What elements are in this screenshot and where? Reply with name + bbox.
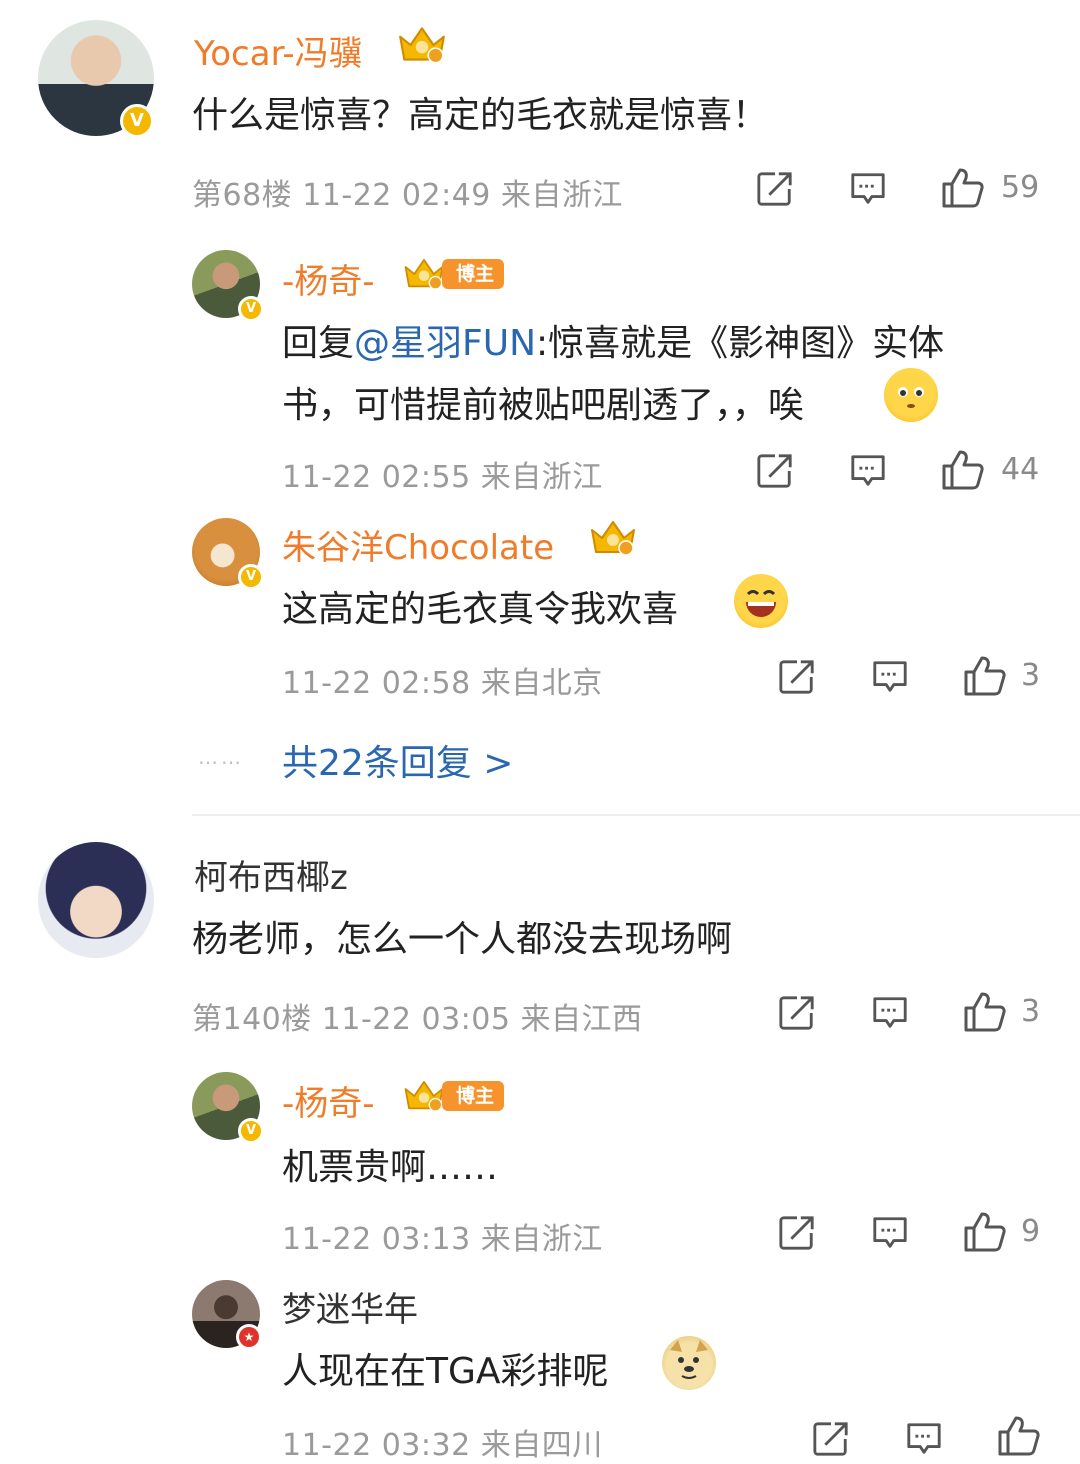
- more-replies-link[interactable]: 共22条回复 >: [282, 734, 513, 786]
- reply-body: :惊喜就是《影神图》实体: [536, 323, 945, 364]
- more-replies-dots: ……: [198, 745, 244, 769]
- like-count: 3: [1021, 994, 1041, 1029]
- reply-meta: 11-22 02:58 来自北京: [282, 666, 603, 701]
- share-icon[interactable]: [812, 1420, 850, 1458]
- red-star-badge-icon: ★: [236, 1324, 262, 1350]
- reply-text: 这高定的毛衣真令我欢喜: [282, 589, 679, 630]
- username[interactable]: 柯布西椰z: [194, 850, 348, 899]
- comment-meta: 第68楼 11-22 02:49 来自浙江: [192, 178, 623, 213]
- comment-icon[interactable]: [871, 658, 909, 696]
- share-icon[interactable]: [756, 452, 794, 490]
- comment-icon[interactable]: [871, 1214, 909, 1252]
- mention-link[interactable]: @星羽FUN: [354, 323, 536, 364]
- thumbs-up-icon[interactable]: [962, 990, 1006, 1034]
- divider: [192, 814, 1080, 816]
- blogger-badge: 博主: [442, 1081, 505, 1111]
- username-text[interactable]: Yocar-冯骥: [194, 34, 363, 74]
- verified-v-icon: V: [120, 104, 154, 138]
- comment-text: 杨老师，怎么一个人都没去现场啊: [192, 919, 733, 960]
- comment-icon[interactable]: [871, 994, 909, 1032]
- username[interactable]: 朱谷洋Chocolate: [282, 520, 554, 569]
- reply-text-line1: 回复@星羽FUN:惊喜就是《影神图》实体: [282, 314, 944, 366]
- thumbs-up-icon[interactable]: [962, 654, 1006, 698]
- reply-text: 机票贵啊……: [282, 1147, 499, 1188]
- sad-emoji-icon: [884, 368, 938, 422]
- like-count: 9: [1021, 1214, 1041, 1249]
- crown-icon: [402, 1078, 446, 1114]
- username[interactable]: -杨奇-: [282, 254, 375, 303]
- comment-meta: 第140楼 11-22 03:05 来自江西: [192, 1002, 643, 1037]
- reply-meta: 11-22 02:55 来自浙江: [282, 460, 603, 495]
- thumbs-up-icon[interactable]: [940, 448, 984, 492]
- avatar[interactable]: [38, 842, 154, 958]
- share-icon[interactable]: [778, 1214, 816, 1252]
- crown-icon: [402, 256, 446, 292]
- reply-meta: 11-22 03:32 来自四川: [282, 1428, 603, 1463]
- reply-text: 人现在在TGA彩排呢: [282, 1351, 609, 1392]
- laughing-emoji-icon: [734, 574, 788, 628]
- comment-icon[interactable]: [849, 170, 887, 208]
- share-icon[interactable]: [778, 994, 816, 1032]
- crown-icon: [396, 24, 448, 66]
- comment-text: 什么是惊喜？高定的毛衣就是惊喜！: [192, 95, 769, 136]
- like-count: 3: [1021, 658, 1041, 693]
- blogger-badge: 博主: [442, 259, 505, 289]
- verified-v-icon: V: [238, 564, 264, 590]
- share-icon[interactable]: [778, 658, 816, 696]
- comment-icon[interactable]: [849, 452, 887, 490]
- thumbs-up-icon[interactable]: [996, 1414, 1040, 1458]
- thumbs-up-icon[interactable]: [962, 1210, 1006, 1254]
- verified-v-icon: V: [238, 296, 264, 322]
- share-icon[interactable]: [756, 170, 794, 208]
- reply-prefix: 回复: [282, 323, 355, 364]
- reply-meta: 11-22 03:13 来自浙江: [282, 1222, 603, 1257]
- doge-emoji-icon: [662, 1336, 716, 1390]
- like-count: 44: [1001, 452, 1040, 487]
- comment-icon[interactable]: [905, 1420, 943, 1458]
- thumbs-up-icon[interactable]: [940, 166, 984, 210]
- username[interactable]: -杨奇-: [282, 1076, 375, 1125]
- username[interactable]: Yocar-冯骥: [194, 26, 363, 75]
- like-count: 59: [1001, 170, 1040, 205]
- reply-text-line2: 书，可惜提前被贴吧剧透了，，唉: [282, 385, 805, 426]
- username[interactable]: 梦迷华年: [282, 1282, 418, 1331]
- crown-icon: [588, 518, 638, 558]
- verified-v-icon: V: [238, 1118, 264, 1144]
